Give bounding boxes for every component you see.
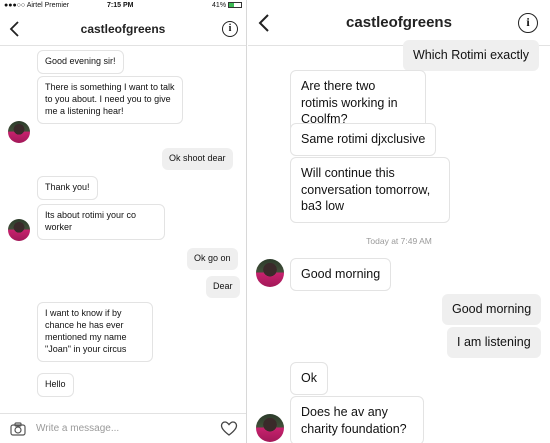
carrier-label: ●●●○○ Airtel Premier [4, 2, 70, 9]
avatar [8, 219, 30, 241]
message-bubble: Same rotimi djxclusive [290, 123, 437, 156]
camera-icon[interactable] [10, 421, 26, 437]
chevron-left-icon[interactable] [8, 20, 22, 38]
battery-indicator: 41% [212, 2, 242, 9]
message-bubble: Will continue this conversation tomorrow… [290, 157, 450, 223]
message-bubble: Ok shoot dear [162, 148, 233, 170]
info-icon[interactable]: i [518, 12, 538, 33]
chat-title: castleofgreens [346, 14, 452, 31]
info-icon[interactable]: i [222, 20, 238, 37]
message-bubble: Hello [37, 373, 74, 397]
message-bubble: Good morning [442, 294, 542, 325]
message-bubble: Ok go on [187, 248, 238, 270]
battery-fill [229, 3, 234, 8]
chevron-left-icon[interactable] [256, 12, 272, 34]
avatar [8, 121, 30, 143]
message-bubble: Ok [290, 362, 328, 395]
battery-icon [228, 2, 242, 9]
message-bubble: I am listening [447, 327, 541, 358]
message-timestamp: Today at 7:49 AM [366, 236, 432, 246]
heart-icon[interactable] [220, 420, 238, 438]
status-time: 7:15 PM [107, 2, 134, 9]
status-bar: ●●●○○ Airtel Premier 7:15 PM 41% [0, 0, 246, 12]
message-bubble: I want to know if by chance he has ever … [37, 302, 153, 362]
chat-header: castleofgreens i [0, 12, 246, 46]
message-bubble: Dear [206, 276, 240, 298]
chat-title: castleofgreens [80, 21, 166, 36]
message-bubble: Good evening sir! [37, 50, 124, 74]
left-chat-panel: ●●●○○ Airtel Premier 7:15 PM 41% castleo… [0, 0, 247, 443]
message-bubble: Its about rotimi your co worker [37, 204, 165, 240]
message-bubble: Which Rotimi exactly [403, 40, 539, 71]
message-composer: Write a message... [0, 413, 246, 443]
message-bubble: Does he av any charity foundation? [290, 396, 424, 443]
avatar [256, 414, 284, 442]
right-chat-panel: castleofgreens i Which Rotimi exactly Ar… [248, 0, 550, 443]
message-bubble: Thank you! [37, 176, 98, 200]
battery-percent: 41% [212, 2, 227, 9]
avatar [256, 259, 284, 287]
message-input[interactable]: Write a message... [36, 414, 119, 443]
message-bubble: There is something I want to talk to you… [37, 76, 183, 124]
message-bubble: Good morning [290, 258, 392, 291]
